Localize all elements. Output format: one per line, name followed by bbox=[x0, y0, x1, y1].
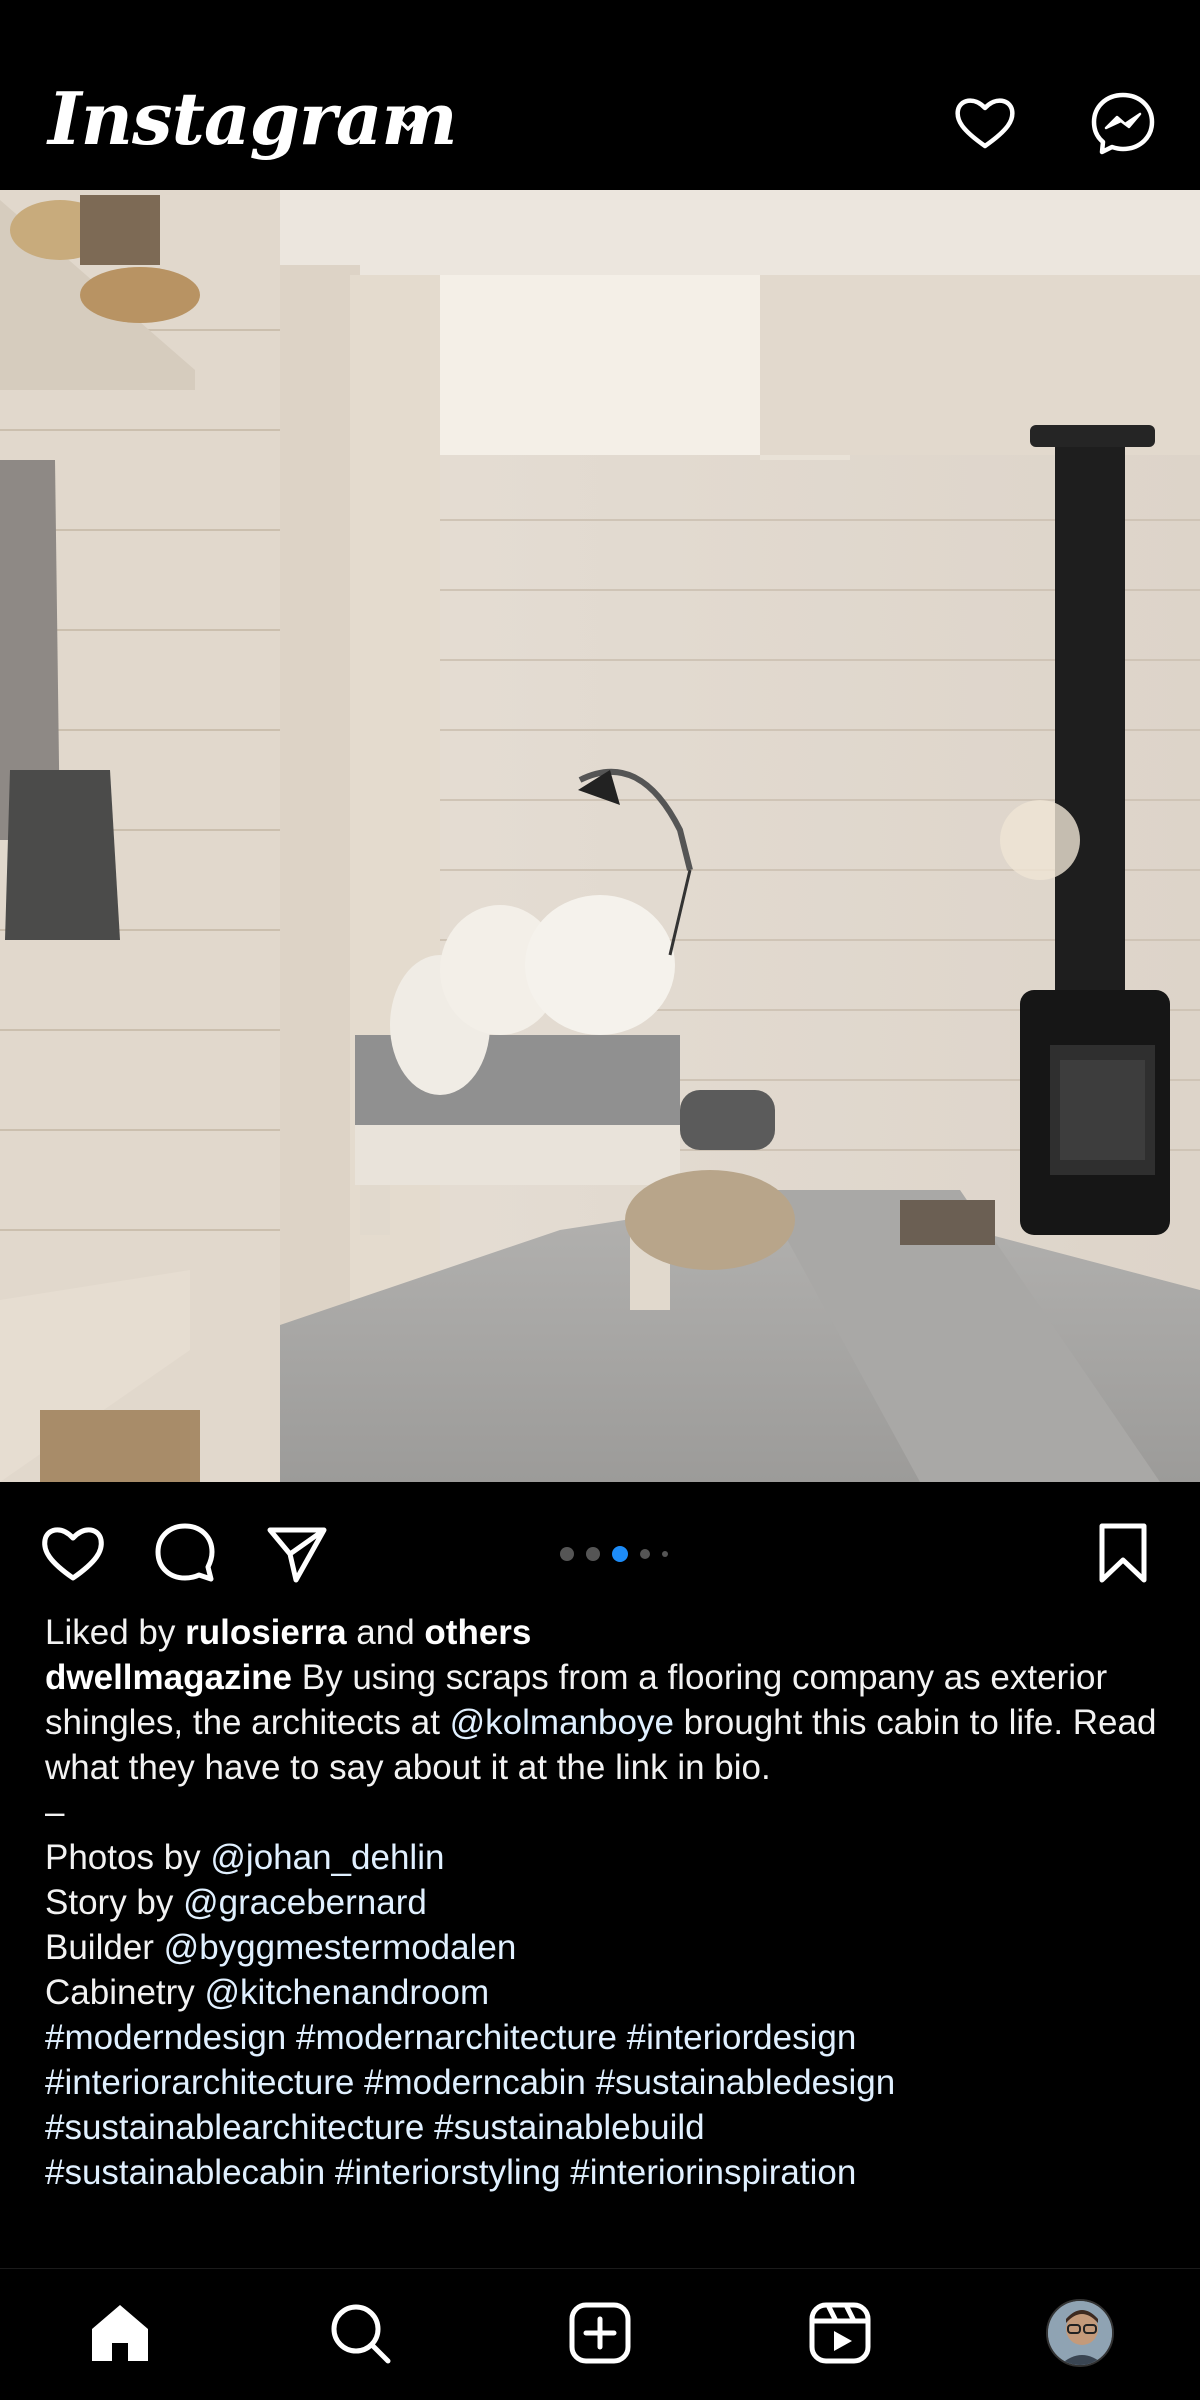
carousel-dot bbox=[586, 1547, 600, 1561]
bookmark-icon[interactable] bbox=[1088, 1518, 1158, 1588]
caption-dash: – bbox=[45, 1793, 65, 1832]
mention-link[interactable]: @kitchenandroom bbox=[205, 1973, 490, 2012]
create-icon[interactable] bbox=[566, 2299, 634, 2367]
status-bar bbox=[0, 0, 1200, 60]
carousel-dot bbox=[560, 1547, 574, 1561]
caption-fade bbox=[0, 2240, 1200, 2270]
profile-avatar[interactable] bbox=[1046, 2299, 1114, 2367]
credit-line: Builder @byggmestermodalen bbox=[45, 1925, 1160, 1970]
likes-others[interactable]: others bbox=[424, 1613, 531, 1652]
credit-label: Cabinetry bbox=[45, 1973, 205, 2012]
mention-link[interactable]: @gracebernard bbox=[183, 1883, 427, 1922]
mention-link[interactable]: @kolmanboye bbox=[450, 1703, 674, 1742]
mention-link[interactable]: @johan_dehlin bbox=[210, 1838, 444, 1877]
post-caption: Liked by rulosierra and others dwellmaga… bbox=[45, 1610, 1160, 2195]
caption-author[interactable]: dwellmagazine bbox=[45, 1658, 292, 1697]
liked-by-user[interactable]: rulosierra bbox=[185, 1613, 346, 1652]
messenger-icon[interactable] bbox=[1090, 90, 1156, 156]
hashtag-line[interactable]: #sustainablecabin #interiorstyling #inte… bbox=[45, 2150, 1160, 2195]
heart-icon[interactable] bbox=[38, 1518, 108, 1588]
bottom-nav bbox=[0, 2268, 1200, 2400]
credit-line: Cabinetry @kitchenandroom bbox=[45, 1970, 1160, 2015]
post-action-bar bbox=[0, 1482, 1200, 1612]
likes-line[interactable]: Liked by rulosierra and others bbox=[45, 1610, 1160, 1655]
app-header: Instagram bbox=[0, 60, 1200, 190]
credit-line: Story by @gracebernard bbox=[45, 1880, 1160, 1925]
reels-icon[interactable] bbox=[806, 2299, 874, 2367]
avatar-image bbox=[1048, 2301, 1112, 2365]
chevron-down-icon[interactable] bbox=[392, 108, 424, 140]
credit-line: Photos by @johan_dehlin bbox=[45, 1835, 1160, 1880]
caption-body: dwellmagazine By using scraps from a flo… bbox=[45, 1655, 1160, 1790]
hashtag-line[interactable]: #sustainablearchitecture #sustainablebui… bbox=[45, 2105, 1160, 2150]
credit-label: Story by bbox=[45, 1883, 184, 1922]
likes-prefix: Liked by bbox=[45, 1613, 186, 1652]
carousel-dot bbox=[662, 1551, 668, 1557]
post-image[interactable] bbox=[0, 190, 1200, 1482]
share-icon[interactable] bbox=[262, 1518, 332, 1588]
hashtag-line[interactable]: #interiorarchitecture #moderncabin #sust… bbox=[45, 2060, 1160, 2105]
hashtag-line[interactable]: #moderndesign #modernarchitecture #inter… bbox=[45, 2015, 1160, 2060]
credit-label: Photos by bbox=[45, 1838, 211, 1877]
carousel-dot-active bbox=[612, 1546, 628, 1562]
comment-icon[interactable] bbox=[150, 1518, 220, 1588]
home-icon[interactable] bbox=[86, 2299, 154, 2367]
cabin-interior-photo bbox=[0, 190, 1200, 1482]
likes-middle: and bbox=[346, 1613, 425, 1652]
carousel-dot bbox=[640, 1549, 650, 1559]
mention-link[interactable]: @byggmestermodalen bbox=[164, 1928, 517, 1967]
carousel-indicator bbox=[560, 1544, 668, 1564]
heart-icon[interactable] bbox=[952, 90, 1018, 156]
credit-label: Builder bbox=[45, 1928, 164, 1967]
search-icon[interactable] bbox=[326, 2299, 394, 2367]
